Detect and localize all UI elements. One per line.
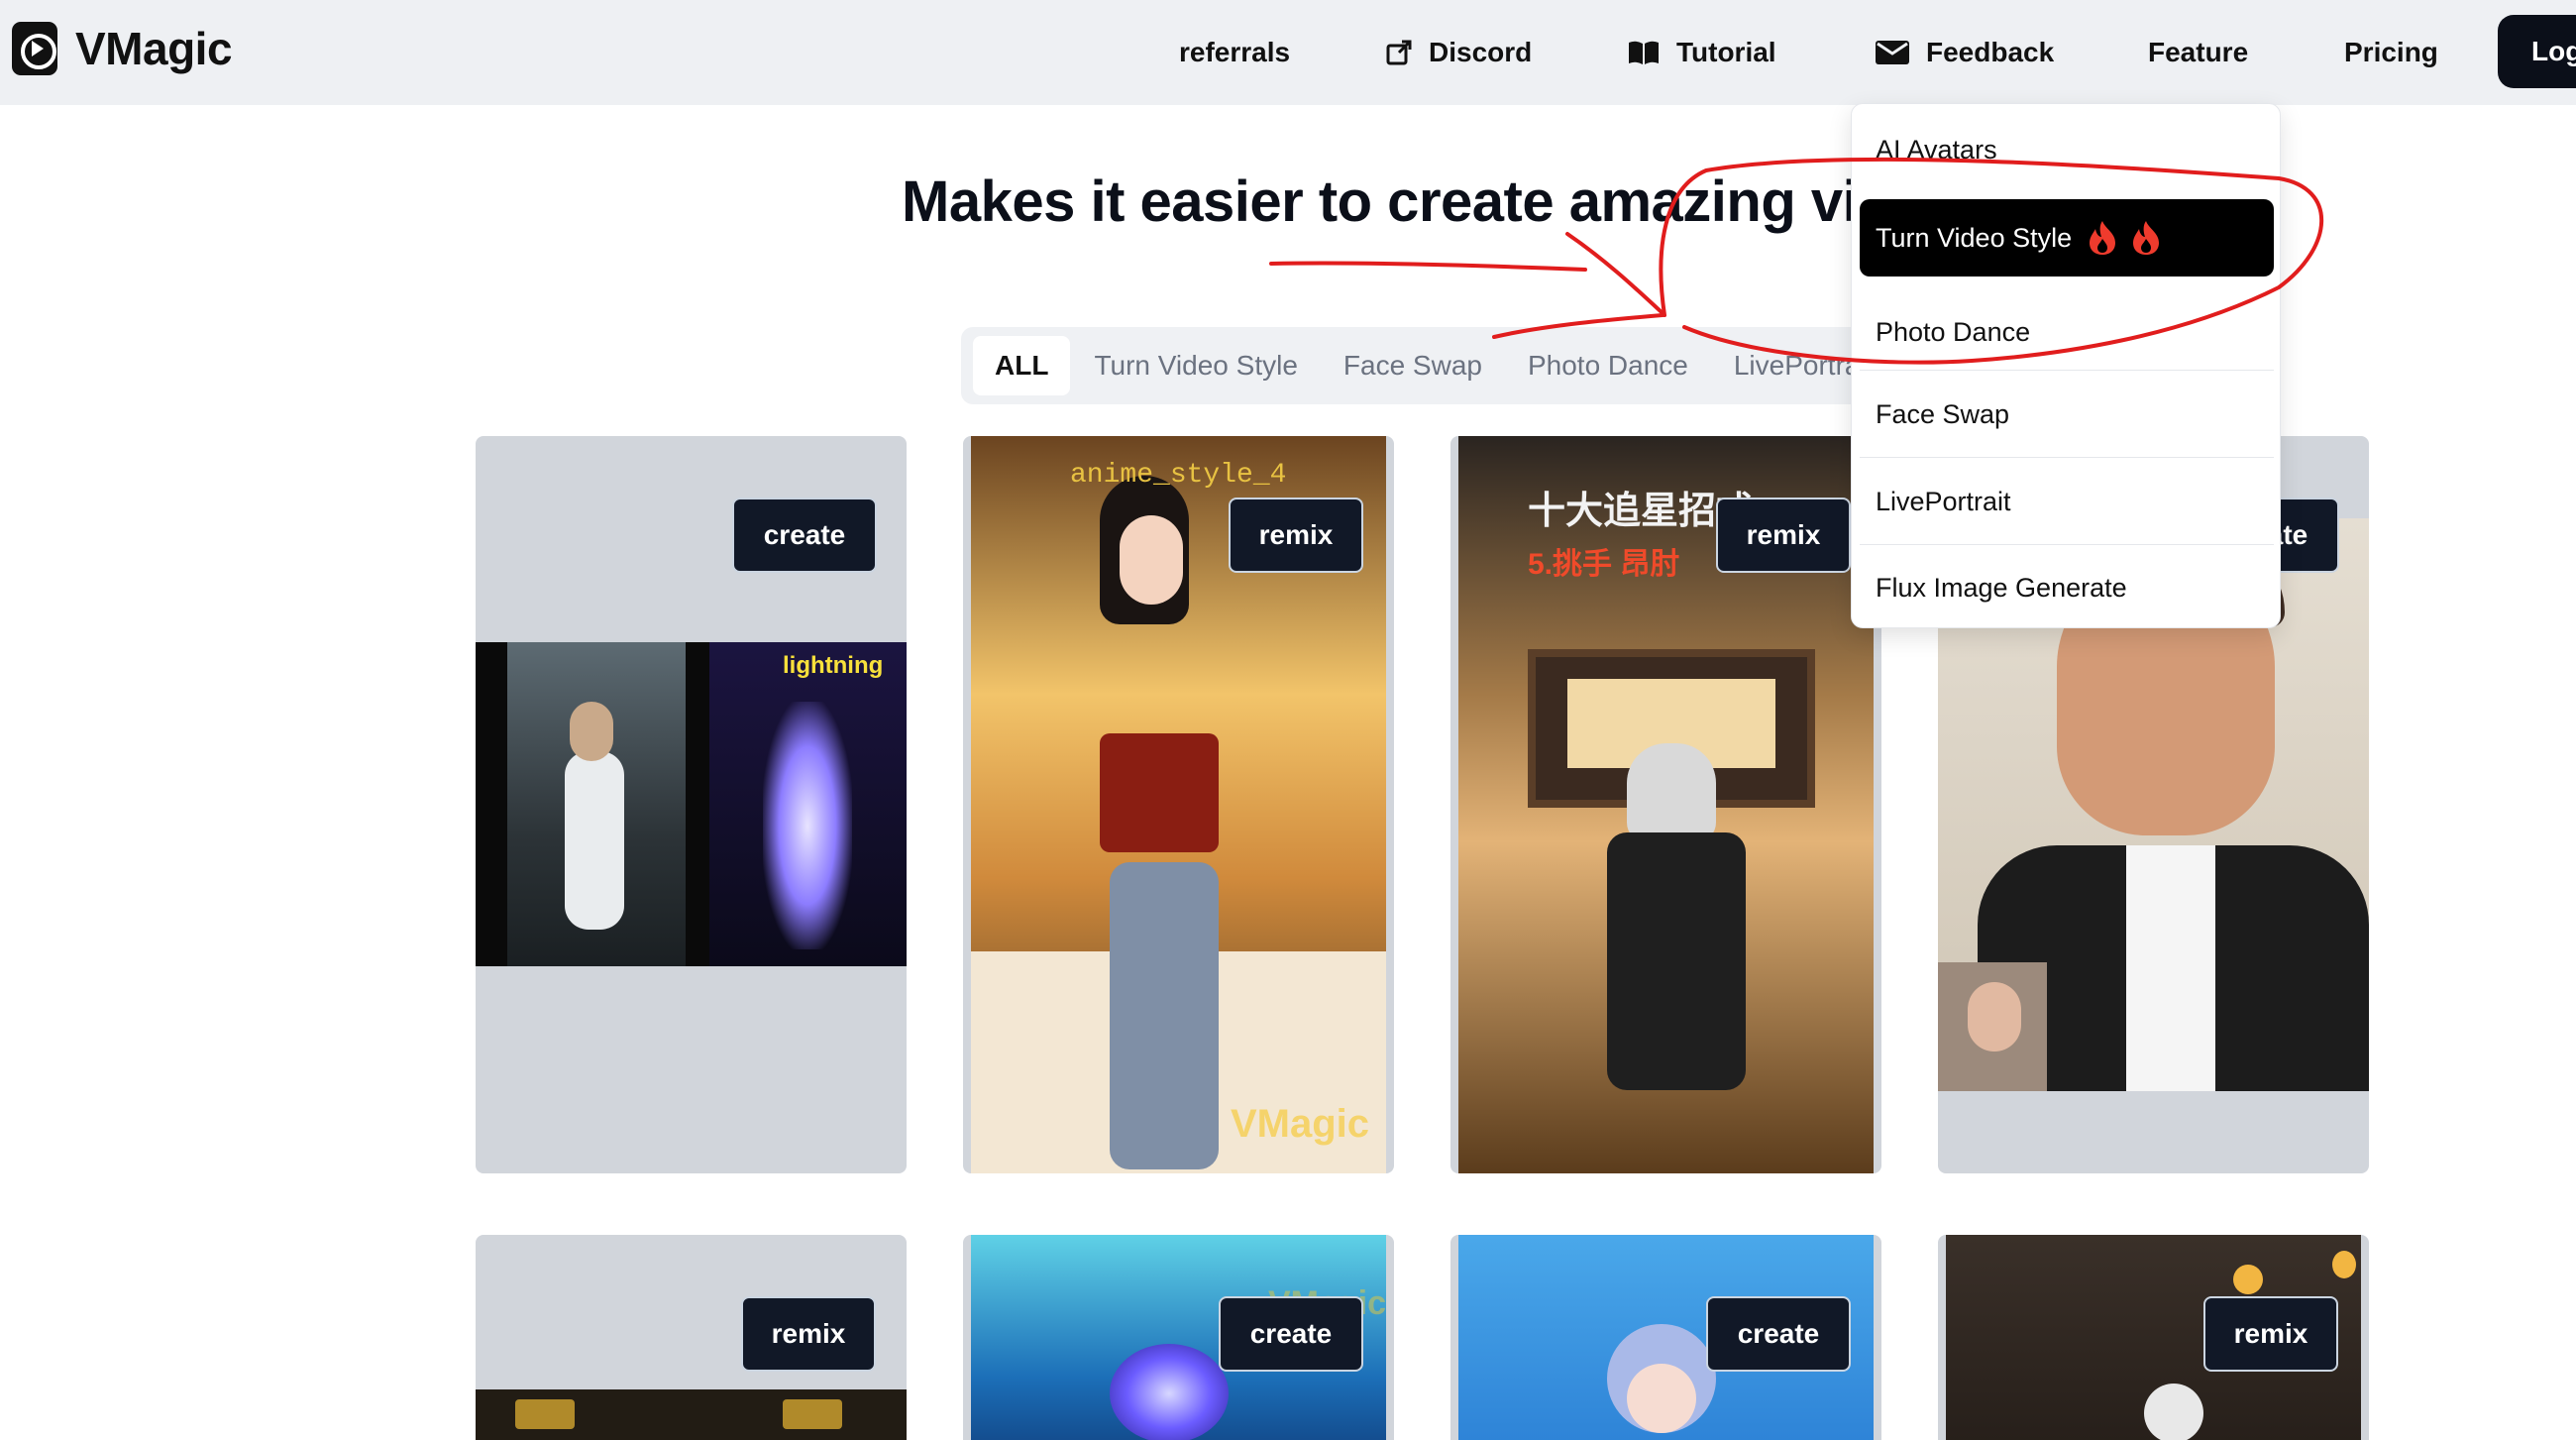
tab-all[interactable]: ALL	[973, 336, 1071, 395]
nav-feature[interactable]: Feature	[2148, 30, 2248, 75]
nav-tutorial-label: Tutorial	[1676, 37, 1776, 67]
category-tabs: ALL Turn Video Style Face Swap Photo Dan…	[961, 327, 1892, 404]
tab-photo-dance[interactable]: Photo Dance	[1528, 350, 1688, 382]
annotation-arrow-stroke	[1565, 232, 1664, 315]
external-link-icon	[1386, 40, 1412, 65]
nav-referrals-label: referrals	[1179, 37, 1291, 67]
menu-item-label: AI Avatars	[1876, 134, 1997, 165]
create-button[interactable]: create	[1706, 1296, 1851, 1372]
template-card[interactable]: VMagic create	[963, 1235, 1394, 1440]
nav-discord[interactable]: Discord	[1385, 30, 1532, 75]
menu-item-label: Face Swap	[1876, 398, 2010, 429]
menu-item-face-swap[interactable]: Face Swap	[1852, 372, 2280, 457]
template-card[interactable]: create	[1450, 1235, 1881, 1440]
menu-item-turn-video-style[interactable]: Turn Video Style	[1860, 199, 2274, 277]
watermark-text: VMagic	[1231, 1102, 1370, 1146]
card-overlay-text: lightning	[783, 652, 884, 679]
menu-item-photo-dance[interactable]: Photo Dance	[1852, 292, 2280, 372]
menu-divider	[1860, 457, 2274, 458]
fire-icon	[2133, 221, 2160, 255]
card-overlay-subtext: 5.挑手 昂肘	[1528, 548, 1680, 581]
tab-turn-video-style[interactable]: Turn Video Style	[1094, 350, 1297, 382]
menu-item-ai-avatars[interactable]: AI Avatars	[1852, 120, 2280, 179]
envelope-icon	[1876, 41, 1909, 64]
menu-item-label: Photo Dance	[1876, 316, 2031, 347]
template-card[interactable]: lightning create	[476, 436, 907, 1173]
nav-referrals[interactable]: referrals	[1179, 30, 1290, 75]
vmagic-logo-icon	[12, 22, 57, 75]
menu-item-flux-image-generate[interactable]: Flux Image Generate	[1852, 546, 2280, 629]
nav-feature-label: Feature	[2148, 37, 2249, 67]
card-overlay-text: anime_style_4	[1070, 460, 1287, 491]
template-card[interactable]: anime_style_4 VMagic remix	[963, 436, 1394, 1173]
menu-divider	[1860, 370, 2274, 371]
create-button[interactable]: create	[732, 498, 877, 573]
page-title: Makes it easier to create amazing vid	[902, 169, 1893, 234]
template-card[interactable]: 十大追星招式 5.挑手 昂肘 remix	[1450, 436, 1881, 1173]
card-preview-image	[476, 1389, 907, 1440]
nav-feedback-label: Feedback	[1926, 37, 2055, 67]
template-card[interactable]: remix	[476, 1235, 907, 1440]
menu-item-liveportrait[interactable]: LivePortrait	[1852, 459, 2280, 544]
create-button[interactable]: create	[1219, 1296, 1363, 1372]
login-button[interactable]: Log	[2498, 15, 2576, 88]
nav-pricing-label: Pricing	[2344, 37, 2438, 67]
nav-tutorial[interactable]: Tutorial	[1627, 30, 1776, 75]
brand[interactable]: VMagic	[12, 22, 233, 75]
nav-pricing[interactable]: Pricing	[2344, 30, 2438, 75]
top-navbar: VMagic referrals Discord Tutorial Feedba…	[0, 0, 2576, 105]
nav-discord-label: Discord	[1429, 37, 1533, 67]
tab-face-swap[interactable]: Face Swap	[1343, 350, 1482, 382]
remix-button[interactable]: remix	[2203, 1296, 2338, 1372]
menu-item-label: LivePortrait	[1876, 486, 2011, 516]
brand-name: VMagic	[75, 23, 233, 74]
card-preview-image: lightning	[476, 642, 907, 966]
book-open-icon	[1629, 41, 1659, 64]
feature-dropdown-menu: AI Avatars Turn Video Style Photo Dance …	[1851, 103, 2281, 628]
nav-feedback[interactable]: Feedback	[1875, 30, 2054, 75]
fire-icon	[2090, 221, 2116, 255]
annotation-underline	[1269, 261, 1587, 272]
remix-button[interactable]: remix	[741, 1296, 876, 1372]
menu-item-label: Flux Image Generate	[1876, 572, 2127, 603]
remix-button[interactable]: remix	[1716, 498, 1851, 573]
remix-button[interactable]: remix	[1229, 498, 1363, 573]
menu-item-label: Turn Video Style	[1876, 222, 2073, 253]
menu-divider	[1860, 544, 2274, 545]
template-card[interactable]: remix	[1938, 1235, 2369, 1440]
